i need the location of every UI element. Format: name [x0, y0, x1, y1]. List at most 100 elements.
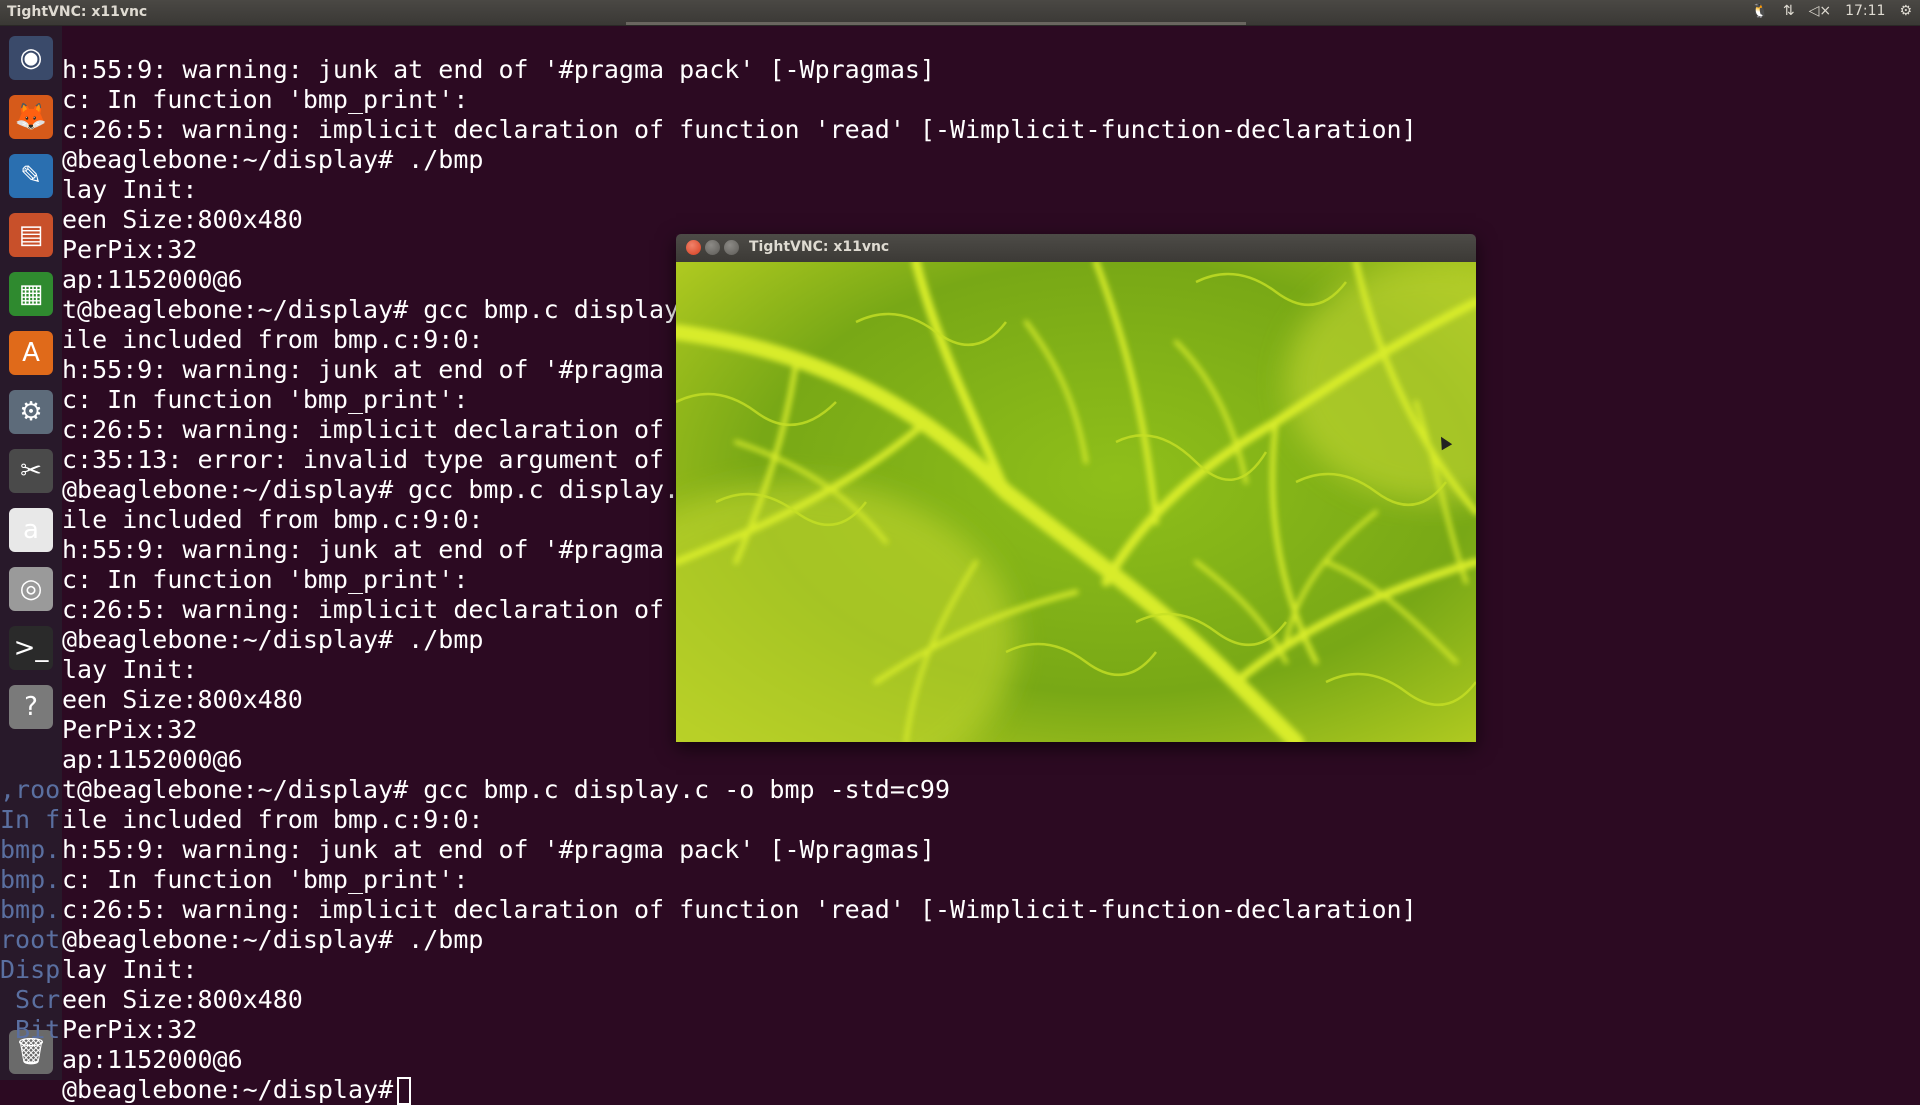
terminal-line-text: ap:1152000@6: [62, 1045, 243, 1074]
launcher-item[interactable]: ◉: [5, 32, 57, 84]
terminal-line: ile included from bmp.c:9:0:: [62, 325, 483, 355]
vnc-window[interactable]: TightVNC: x11vnc: [676, 234, 1476, 742]
top-panel-title: TightVNC: x11vnc: [7, 4, 148, 20]
launcher-item[interactable]: ▤: [5, 209, 57, 261]
terminal-line-text: ap:1152000@6: [62, 265, 243, 294]
remote-display[interactable]: [676, 262, 1476, 742]
terminal-line-text: ile included from bmp.c:9:0:: [62, 505, 484, 534]
terminal-line-text: lay Init:: [62, 655, 198, 684]
close-button[interactable]: [686, 240, 701, 255]
terminal-line-text: c: In function 'bmp_print':: [62, 85, 469, 114]
terminal-line: t@beaglebone:~/display# gcc bmp.c displa…: [62, 295, 679, 325]
terminal-line-text: PerPix:32: [62, 235, 198, 264]
underlying-terminal-text: bmp.: [0, 865, 61, 894]
clock[interactable]: 17:11: [1845, 3, 1885, 19]
terminal-line-text: lay Init:: [62, 175, 198, 204]
terminal-line-text: ap:1152000@6: [62, 745, 243, 774]
terminal-line: c: In function 'bmp_print':: [62, 385, 468, 415]
terminal-line: lay Init:: [62, 955, 197, 985]
terminal-line-text: t@beaglebone:~/display# gcc bmp.c displa…: [62, 295, 680, 324]
terminal-line: ap:1152000@6: [62, 1045, 243, 1075]
terminal-line: ile included from bmp.c:9:0:: [62, 805, 483, 835]
terminal-line: PerPix:32: [62, 715, 197, 745]
terminal-line: @beaglebone:~/display# gcc bmp.c display…: [62, 475, 679, 505]
terminal-line-text: @beaglebone:~/display# gcc bmp.c display…: [62, 475, 680, 504]
terminal-line-text: c:26:5: warning: implicit declaration of…: [62, 115, 1417, 144]
tools-icon: ✂: [9, 449, 53, 493]
launcher-item[interactable]: ⚙: [5, 386, 57, 438]
underlying-terminal-text: Bit: [0, 1015, 61, 1044]
underlying-terminal-text: bmp.: [0, 895, 61, 924]
terminal-line: t@beaglebone:~/display# gcc bmp.c displa…: [62, 775, 950, 805]
underlying-terminal-text: root: [0, 925, 61, 954]
terminal-line: lay Init:: [62, 175, 197, 205]
terminal-line: lay Init:: [62, 655, 197, 685]
terminal-line: PerPix:32: [62, 1015, 197, 1045]
terminal-icon: >_: [9, 626, 53, 670]
panel-separator: [626, 22, 1246, 25]
terminal-line-text: h:55:9: warning: junk at end of '#pragma: [62, 535, 665, 564]
terminal-line: h:55:9: warning: junk at end of '#pragma: [62, 355, 664, 385]
calc-icon: ▦: [9, 272, 53, 316]
terminal-line: @beaglebone:~/display# ./bmp: [62, 145, 483, 175]
terminal-line: een Size:800x480: [62, 985, 303, 1015]
terminal-line-text: c: In function 'bmp_print':: [62, 565, 469, 594]
terminal-line-text: lay Init:: [62, 955, 198, 984]
underlying-terminal-text: Scr: [0, 985, 61, 1014]
launcher-item[interactable]: a: [5, 504, 57, 556]
terminal-line: c: In function 'bmp_print':: [62, 85, 468, 115]
minimize-button[interactable]: [705, 240, 720, 255]
terminal-line-text: @beaglebone:~/display# ./bmp: [62, 625, 484, 654]
system-settings-icon: ⚙: [9, 390, 53, 434]
terminal-line: h:55:9: warning: junk at end of '#pragma…: [62, 835, 935, 865]
software-center-icon: A: [9, 331, 53, 375]
terminal-line: ile included from bmp.c:9:0:: [62, 505, 483, 535]
ubuntu-dash-icon: ◉: [9, 36, 53, 80]
launcher-item[interactable]: ✂: [5, 445, 57, 497]
network-icon[interactable]: ⇅: [1783, 3, 1795, 19]
terminal-line-text: c:26:5: warning: implicit declaration of…: [62, 895, 1417, 924]
terminal-line-text: c: In function 'bmp_print':: [62, 865, 469, 894]
terminal-line: c:26:5: warning: implicit declaration of…: [62, 115, 1417, 145]
terminal-line: h:55:9: warning: junk at end of '#pragma: [62, 535, 664, 565]
underlying-terminal-text: In f: [0, 805, 61, 834]
launcher-item[interactable]: 🦊: [5, 91, 57, 143]
launcher-item[interactable]: ▦: [5, 268, 57, 320]
firefox-icon: 🦊: [9, 95, 53, 139]
terminal-line-text: h:55:9: warning: junk at end of '#pragma…: [62, 835, 935, 864]
terminal-line: c: In function 'bmp_print':: [62, 565, 468, 595]
terminal-line-text: c:35:13: error: invalid type argument of: [62, 445, 665, 474]
vnc-window-titlebar[interactable]: TightVNC: x11vnc: [676, 234, 1476, 262]
terminal-line-text: h:55:9: warning: junk at end of '#pragma…: [62, 55, 935, 84]
launcher-item[interactable]: ◎: [5, 563, 57, 615]
dvd-icon: ◎: [9, 567, 53, 611]
amazon-icon: a: [9, 508, 53, 552]
maximize-button[interactable]: [724, 240, 739, 255]
underlying-terminal-text: bmp.: [0, 835, 61, 864]
terminal-line-text: een Size:800x480: [62, 205, 303, 234]
system-tray: 🐧 ⇅ ◁× 17:11 ⚙: [1751, 3, 1912, 19]
launcher-item[interactable]: ?: [5, 681, 57, 733]
terminal-line-text: @beaglebone:~/display#: [62, 1075, 394, 1104]
terminal-line: c: In function 'bmp_print':: [62, 865, 468, 895]
launcher-item[interactable]: A: [5, 327, 57, 379]
help-icon: ?: [9, 685, 53, 729]
launcher-item[interactable]: >_: [5, 622, 57, 674]
terminal-line-text: een Size:800x480: [62, 985, 303, 1014]
terminal-line-text: c: In function 'bmp_print':: [62, 385, 469, 414]
terminal-line: c:26:5: warning: implicit declaration of: [62, 595, 664, 625]
terminal-line: c:26:5: warning: implicit declaration of…: [62, 895, 1417, 925]
tux-icon[interactable]: 🐧: [1751, 3, 1768, 19]
terminal-line: ap:1152000@6: [62, 265, 243, 295]
terminal-line-text: @beaglebone:~/display# ./bmp: [62, 145, 484, 174]
vnc-window-title: TightVNC: x11vnc: [749, 239, 890, 255]
writer-icon: ✎: [9, 154, 53, 198]
terminal-line: ap:1152000@6: [62, 745, 243, 775]
gear-icon[interactable]: ⚙: [1899, 3, 1912, 19]
launcher-item[interactable]: ✎: [5, 150, 57, 202]
terminal-line-text: c:26:5: warning: implicit declaration of: [62, 595, 665, 624]
volume-muted-icon[interactable]: ◁×: [1809, 3, 1832, 19]
terminal-line: een Size:800x480: [62, 205, 303, 235]
terminal-line: een Size:800x480: [62, 685, 303, 715]
terminal-line-text: PerPix:32: [62, 715, 198, 744]
